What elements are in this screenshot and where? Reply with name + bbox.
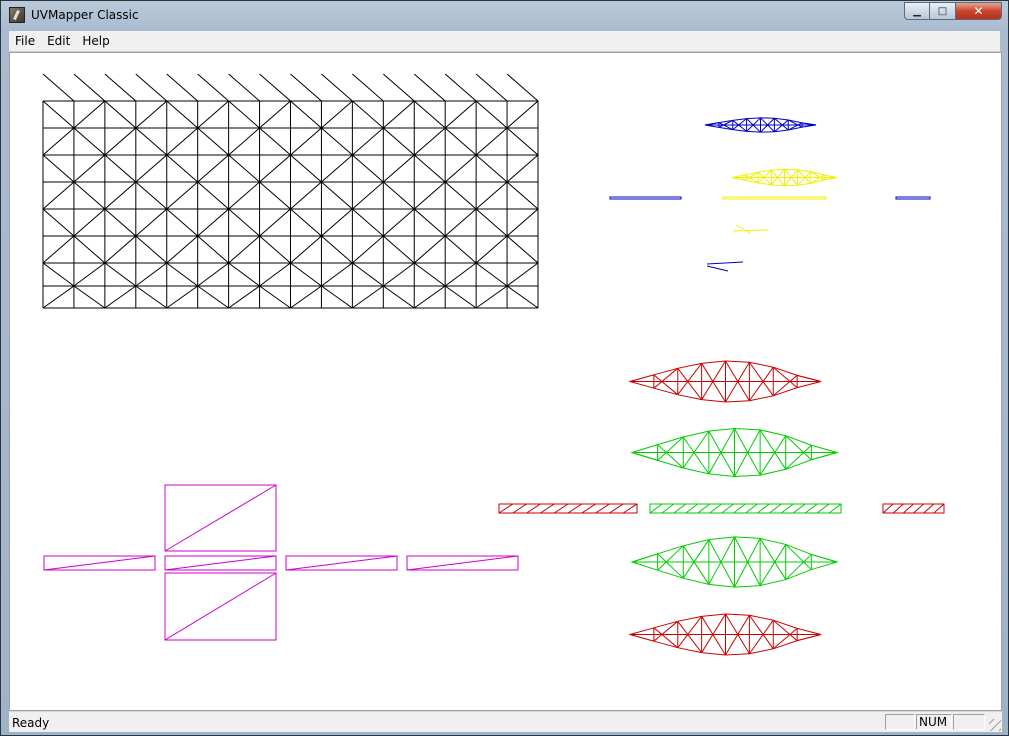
yellow-strips	[722, 196, 827, 234]
green-leaf-mesh-bottom	[630, 536, 839, 588]
blue-leaf-mesh	[704, 117, 817, 133]
status-panel-scroll	[953, 714, 985, 730]
uv-map-drawing	[42, 73, 945, 656]
minimize-button[interactable]: ▁	[904, 2, 930, 20]
blue-strips	[609, 196, 931, 272]
green-leaf-mesh-top	[630, 427, 839, 478]
magenta-box-layout	[43, 484, 519, 641]
menu-file[interactable]: File	[9, 34, 41, 48]
red-leaf-mesh-top	[628, 360, 822, 403]
uv-grid-mesh	[42, 73, 539, 309]
window-controls: ▁ □ ✕	[904, 2, 1002, 21]
uv-map-canvas[interactable]	[9, 52, 1002, 711]
maximize-button[interactable]: □	[930, 2, 956, 20]
status-panel-caps	[885, 714, 915, 730]
yellow-leaf-mesh	[731, 168, 838, 187]
strip-row	[498, 503, 945, 514]
app-window: UVMapper Classic ▁ □ ✕ File Edit Help Re…	[0, 0, 1009, 736]
menu-bar: File Edit Help	[9, 31, 1000, 52]
menu-help[interactable]: Help	[76, 34, 115, 48]
status-text: Ready	[12, 716, 50, 730]
title-bar[interactable]: UVMapper Classic ▁ □ ✕	[1, 1, 1008, 31]
window-title: UVMapper Classic	[31, 8, 139, 22]
red-leaf-mesh-bottom	[628, 613, 822, 656]
app-icon[interactable]	[9, 7, 25, 23]
resize-grip[interactable]	[989, 719, 1001, 731]
status-bar: Ready NUM	[9, 711, 1002, 732]
close-button[interactable]: ✕	[956, 2, 1002, 20]
menu-edit[interactable]: Edit	[41, 34, 76, 48]
status-panel-num: NUM	[916, 714, 952, 730]
